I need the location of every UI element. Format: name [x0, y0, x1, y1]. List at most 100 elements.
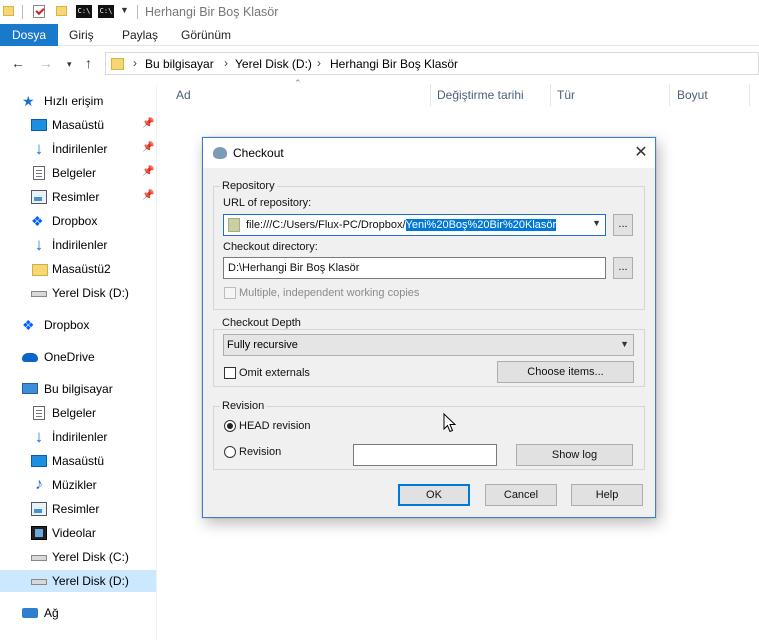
- download-icon: ↓: [34, 139, 44, 158]
- tab-giris[interactable]: Giriş: [69, 24, 94, 46]
- sidebar-item-pc-documents[interactable]: Belgeler: [0, 402, 156, 424]
- chevron-down-icon[interactable]: ▼: [620, 339, 629, 349]
- sidebar-item-pc-desktop[interactable]: Masaüstü: [0, 450, 156, 472]
- documents-icon: [33, 166, 45, 180]
- browse-url-button[interactable]: ...: [613, 214, 633, 236]
- sidebar-item-pictures[interactable]: Resimler 📌: [0, 186, 156, 208]
- column-divider[interactable]: [749, 84, 750, 106]
- multiple-working-copies-checkbox[interactable]: [224, 287, 236, 299]
- folder-icon[interactable]: [3, 6, 14, 16]
- revision-group-label: Revision: [220, 400, 267, 412]
- choose-items-button[interactable]: Choose items...: [497, 361, 634, 383]
- column-header-type[interactable]: Tür: [557, 88, 575, 102]
- column-header-name[interactable]: Ad: [176, 88, 191, 102]
- revision-radio[interactable]: [224, 446, 236, 458]
- pin-icon[interactable]: 📌: [142, 166, 154, 177]
- properties-icon[interactable]: [33, 5, 45, 18]
- dialog-title-bar[interactable]: Checkout ✕: [203, 138, 655, 168]
- sidebar-item-dropbox-root[interactable]: ❖ Dropbox: [0, 314, 156, 336]
- column-divider[interactable]: [669, 84, 670, 106]
- head-revision-radio[interactable]: [224, 420, 236, 432]
- revision-input[interactable]: [353, 444, 497, 466]
- sidebar-item-local-disk-d[interactable]: Yerel Disk (D:): [0, 570, 156, 592]
- navigation-bar: ← → ▾ ↑ › Bu bilgisayar › Yerel Disk (D:…: [0, 47, 759, 79]
- breadcrumb-local-disk-d[interactable]: Yerel Disk (D:): [235, 57, 312, 71]
- sidebar-item-pc-downloads[interactable]: ↓ İndirilenler: [0, 426, 156, 448]
- sidebar-item-network[interactable]: Ağ: [0, 602, 156, 624]
- documents-icon: [33, 406, 45, 420]
- chevron-down-icon[interactable]: ▼: [120, 5, 129, 15]
- breadcrumb-this-pc[interactable]: Bu bilgisayar: [145, 57, 214, 71]
- desktop-icon: [31, 119, 47, 131]
- checkout-dialog: Checkout ✕ Repository URL of repository:…: [202, 137, 656, 518]
- column-header-size[interactable]: Boyut: [677, 88, 708, 102]
- tortoisesvn-icon: [213, 147, 227, 159]
- network-icon: [22, 608, 38, 618]
- sort-ascending-icon: ⌃: [294, 78, 302, 88]
- new-folder-icon[interactable]: [56, 6, 67, 16]
- command-prompt-icon[interactable]: C:\: [76, 5, 92, 18]
- sidebar-item-dropbox[interactable]: ❖ Dropbox: [0, 210, 156, 232]
- sidebar-item-music[interactable]: ♪ Müzikler: [0, 474, 156, 496]
- repository-icon: [228, 218, 240, 232]
- pin-icon[interactable]: 📌: [142, 142, 154, 153]
- sidebar-item-pc-pictures[interactable]: Resimler: [0, 498, 156, 520]
- sidebar-item-documents[interactable]: Belgeler 📌: [0, 162, 156, 184]
- show-log-button[interactable]: Show log: [516, 444, 633, 466]
- sidebar-item-quick-access[interactable]: ★ Hızlı erişim: [0, 90, 156, 112]
- videos-icon: [31, 526, 47, 540]
- back-arrow-icon[interactable]: ←: [11, 55, 25, 71]
- checkout-directory-input[interactable]: D:\Herhangi Bir Boş Klasör: [223, 257, 606, 279]
- sidebar-item-this-pc[interactable]: Bu bilgisayar: [0, 378, 156, 400]
- help-button[interactable]: Help: [571, 484, 643, 506]
- drive-icon: [31, 291, 47, 297]
- chevron-down-icon[interactable]: ▼: [592, 218, 601, 228]
- tab-gorunum[interactable]: Görünüm: [181, 24, 231, 46]
- forward-arrow-icon[interactable]: →: [39, 55, 53, 71]
- column-divider[interactable]: [430, 84, 431, 106]
- column-divider[interactable]: [550, 84, 551, 106]
- pictures-icon: [31, 190, 47, 204]
- command-prompt-admin-icon[interactable]: C:\: [98, 5, 114, 18]
- download-icon: ↓: [34, 427, 44, 446]
- multiple-working-copies-label: Multiple, independent working copies: [239, 287, 420, 299]
- dialog-title: Checkout: [233, 146, 284, 160]
- sidebar-item-videos[interactable]: Videolar: [0, 522, 156, 544]
- folder-icon: [111, 58, 124, 70]
- window-title: Herhangi Bir Boş Klasör: [145, 5, 279, 19]
- breadcrumb-separator: ›: [133, 56, 137, 70]
- sidebar-item-desktop[interactable]: Masaüstü 📌: [0, 114, 156, 136]
- address-bar[interactable]: › Bu bilgisayar › Yerel Disk (D:) › Herh…: [105, 52, 759, 75]
- browse-directory-button[interactable]: ...: [613, 257, 633, 279]
- column-header-date-modified[interactable]: Değiştirme tarihi: [437, 88, 524, 102]
- ribbon-tabs: Dosya Giriş Paylaş Görünüm: [0, 24, 759, 46]
- sidebar-item-local-disk-c[interactable]: Yerel Disk (C:): [0, 546, 156, 568]
- breadcrumb-current-folder[interactable]: Herhangi Bir Boş Klasör: [330, 57, 458, 71]
- sidebar-item-desktop2[interactable]: Masaüstü2: [0, 258, 156, 280]
- pin-icon[interactable]: 📌: [142, 118, 154, 129]
- cancel-button[interactable]: Cancel: [485, 484, 557, 506]
- url-text-selected: Yeni%20Boş%20Bir%20Klasör: [405, 219, 557, 231]
- computer-icon: [22, 383, 38, 394]
- onedrive-icon: [22, 353, 38, 362]
- title-bar: C:\ C:\ ▼ Herhangi Bir Boş Klasör: [0, 0, 759, 24]
- dropbox-icon: ❖: [22, 317, 35, 333]
- pin-icon[interactable]: 📌: [142, 190, 154, 201]
- sidebar-item-downloads-2[interactable]: ↓ İndirilenler: [0, 234, 156, 256]
- ok-button[interactable]: OK: [398, 484, 470, 506]
- head-revision-label: HEAD revision: [239, 420, 311, 432]
- up-arrow-icon[interactable]: ↑: [85, 55, 92, 71]
- tab-paylas[interactable]: Paylaş: [122, 24, 158, 46]
- sidebar-item-onedrive[interactable]: OneDrive: [0, 346, 156, 368]
- repository-group-label: Repository: [220, 180, 277, 192]
- checkout-directory-label: Checkout directory:: [223, 241, 318, 253]
- recent-locations-chevron-icon[interactable]: ▾: [67, 56, 72, 72]
- sidebar-item-downloads[interactable]: ↓ İndirilenler 📌: [0, 138, 156, 160]
- close-icon[interactable]: ✕: [631, 143, 651, 163]
- omit-externals-checkbox[interactable]: [224, 367, 236, 379]
- url-combobox[interactable]: file:///C:/Users/Flux-PC/Dropbox/Yeni%20…: [223, 214, 606, 236]
- download-icon: ↓: [34, 235, 44, 254]
- tab-dosya[interactable]: Dosya: [0, 24, 59, 46]
- sidebar-item-local-disk-d-quick[interactable]: Yerel Disk (D:): [0, 282, 156, 304]
- depth-select[interactable]: Fully recursive ▼: [223, 334, 634, 356]
